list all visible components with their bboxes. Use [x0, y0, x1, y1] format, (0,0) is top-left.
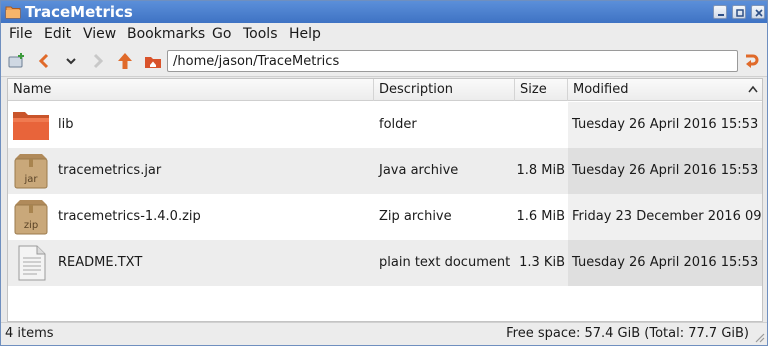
zip-archive-icon: zip: [14, 200, 48, 235]
minimize-button[interactable]: [713, 5, 727, 19]
list-item[interactable]: zip tracemetrics-1.4.0.zip Zip archive 1…: [8, 194, 763, 240]
file-manager-window: TraceMetrics File Edit View Bookmarks Go…: [0, 0, 768, 346]
toolbar: [1, 45, 767, 77]
maximize-icon: [736, 9, 744, 17]
list-item[interactable]: lib folder Tuesday 26 April 2016 15:53: [8, 102, 762, 148]
menu-view[interactable]: View: [83, 26, 116, 42]
zip-icon-label: zip: [24, 220, 38, 231]
file-name: README.TXT: [58, 255, 143, 270]
file-description: Zip archive: [379, 209, 452, 224]
history-dropdown-button[interactable]: [61, 51, 81, 71]
column-name[interactable]: Name: [8, 79, 374, 101]
forward-arrow-icon: [93, 53, 104, 69]
file-description: plain text document: [379, 255, 511, 270]
resize-grip-icon[interactable]: [753, 331, 765, 343]
file-description: Java archive: [379, 163, 459, 178]
file-list: Name Description Size Modified lib folde…: [7, 78, 763, 322]
new-tab-icon: [8, 53, 24, 68]
file-size: 1.6 MiB: [516, 209, 565, 224]
file-modified: Tuesday 26 April 2016 15:53: [572, 255, 759, 270]
location-bar[interactable]: [167, 50, 738, 72]
column-header: Name Description Size Modified: [8, 79, 762, 101]
file-description: folder: [379, 117, 417, 132]
close-icon: [755, 9, 763, 17]
file-modified: Tuesday 26 April 2016 15:53: [572, 117, 759, 132]
minimize-icon: [718, 14, 724, 16]
folder-icon: [5, 6, 21, 19]
text-file-icon: [18, 245, 46, 281]
column-modified-label: Modified: [573, 82, 629, 97]
file-modified: Tuesday 26 April 2016 15:53: [572, 163, 759, 178]
file-name: lib: [58, 117, 74, 132]
jar-archive-icon: jar: [14, 154, 48, 189]
menu-edit[interactable]: Edit: [44, 26, 71, 42]
up-button[interactable]: [115, 51, 135, 71]
close-button[interactable]: [751, 5, 765, 19]
forward-button[interactable]: [88, 51, 108, 71]
free-space: Free space: 57.4 GiB (Total: 77.7 GiB): [506, 326, 749, 341]
home-button[interactable]: [143, 51, 163, 71]
title-bar[interactable]: TraceMetrics: [1, 1, 767, 23]
up-arrow-icon: [118, 53, 132, 69]
file-name: tracemetrics-1.4.0.zip: [58, 209, 201, 224]
item-count: 4 items: [5, 326, 54, 341]
maximize-button[interactable]: [732, 5, 746, 19]
new-tab-button[interactable]: [7, 51, 27, 71]
go-arrow-icon: [746, 54, 759, 68]
home-folder-icon: [145, 57, 161, 68]
menu-bookmarks[interactable]: Bookmarks: [127, 26, 205, 42]
column-description[interactable]: Description: [374, 79, 515, 101]
list-item[interactable]: README.TXT plain text document 1.3 KiB T…: [8, 240, 762, 286]
menu-tools[interactable]: Tools: [243, 26, 278, 42]
menu-help[interactable]: Help: [289, 26, 321, 42]
file-size: 1.8 MiB: [516, 163, 565, 178]
chevron-down-icon: [66, 58, 76, 65]
jar-icon-label: jar: [23, 174, 38, 185]
folder-icon: [13, 112, 49, 140]
location-input[interactable]: [168, 51, 728, 71]
sort-ascending-icon: [748, 85, 758, 93]
file-name: tracemetrics.jar: [58, 163, 162, 178]
back-button[interactable]: [34, 51, 54, 71]
file-modified: Friday 23 December 2016 09:55: [572, 209, 763, 224]
menu-go[interactable]: Go: [212, 26, 231, 42]
status-bar: 4 items Free space: 57.4 GiB (Total: 77.…: [1, 322, 767, 345]
file-size: 1.3 KiB: [519, 255, 565, 270]
column-modified[interactable]: Modified: [568, 79, 762, 101]
column-size[interactable]: Size: [515, 79, 568, 101]
menu-bar: File Edit View Bookmarks Go Tools Help: [1, 23, 767, 45]
go-button[interactable]: [742, 51, 762, 71]
menu-file[interactable]: File: [9, 26, 32, 42]
list-item[interactable]: jar tracemetrics.jar Java archive 1.8 Mi…: [8, 148, 762, 194]
window-title: TraceMetrics: [25, 3, 133, 21]
back-arrow-icon: [38, 53, 49, 69]
